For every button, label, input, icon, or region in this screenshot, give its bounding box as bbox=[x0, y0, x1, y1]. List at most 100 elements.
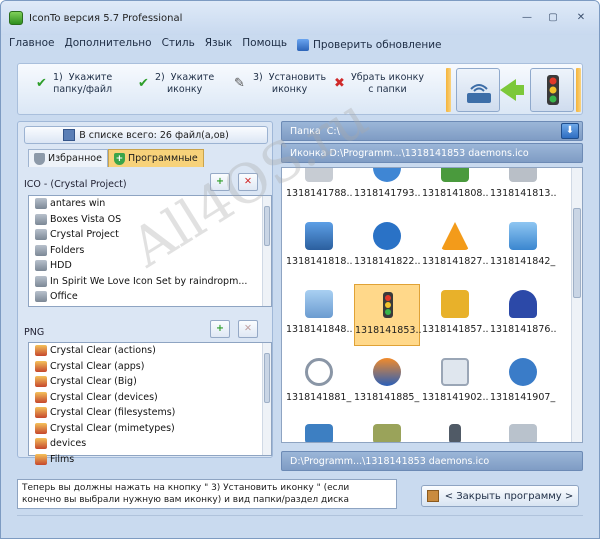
close-program-button[interactable]: < Закрыть программу > bbox=[421, 485, 579, 507]
icon-cell[interactable]: 1318141902... bbox=[422, 352, 488, 414]
web-icon bbox=[509, 358, 537, 386]
tab-programs-label: Программные bbox=[127, 153, 198, 164]
tab-programs[interactable]: + Программные bbox=[107, 149, 204, 167]
list-item[interactable]: Folders bbox=[29, 243, 271, 259]
ico-list-scrollbar[interactable] bbox=[262, 196, 271, 306]
list-item-label: antares win bbox=[50, 198, 106, 210]
list-item[interactable]: Films bbox=[29, 452, 271, 468]
png-list-scrollbar[interactable] bbox=[262, 343, 271, 455]
traffic-light-icon bbox=[374, 291, 402, 319]
shield-icon bbox=[34, 152, 45, 165]
list-item[interactable]: Crystal Clear (mimetypes) bbox=[29, 421, 271, 437]
tab-favorites[interactable]: Избранное bbox=[28, 149, 108, 167]
folder-icon bbox=[35, 198, 47, 210]
select-icon-button[interactable]: ✔ 2) Укажите иконку bbox=[138, 72, 214, 96]
menu-help[interactable]: Помощь bbox=[242, 37, 287, 53]
folder-bar: Папка C:\ ⬇ bbox=[281, 121, 583, 141]
icon-caption: 1318141907_... bbox=[490, 392, 556, 403]
file-count-label: В списке всего: 26 файл(а,ов) bbox=[79, 129, 229, 141]
menu-language[interactable]: Язык bbox=[205, 37, 233, 53]
icon-path-bar: Иконка D:\Programm...\1318141853 daemons… bbox=[281, 143, 583, 163]
icon-cell[interactable]: 1318141885_... bbox=[354, 352, 420, 414]
remove-icon-button[interactable]: ✖ Убрать иконку с папки bbox=[334, 72, 424, 96]
download-icon[interactable]: ⬇ bbox=[561, 123, 579, 139]
icon-cell[interactable]: 1318141876... bbox=[490, 284, 556, 346]
icon-cell[interactable]: 1318141808... bbox=[422, 168, 488, 210]
list-item[interactable]: devices bbox=[29, 436, 271, 452]
remove-png-collection-button[interactable]: ✕ bbox=[238, 320, 258, 338]
icon-caption: 1318141853... bbox=[355, 325, 421, 336]
bottom-path-bar: D:\Programm...\1318141853 daemons.ico bbox=[281, 451, 583, 471]
minimize-button[interactable]: — bbox=[515, 9, 539, 27]
icon-cell[interactable] bbox=[354, 420, 420, 442]
list-item-label: Crystal Clear (mimetypes) bbox=[50, 422, 175, 434]
list-item[interactable]: Crystal Clear (actions) bbox=[29, 343, 271, 359]
list-item[interactable]: Boxes Vista OS bbox=[29, 212, 271, 228]
add-ico-collection-button[interactable]: + bbox=[210, 173, 230, 191]
scroll-thumb[interactable] bbox=[264, 206, 270, 246]
list-item[interactable]: HDD bbox=[29, 258, 271, 274]
menu-style[interactable]: Стиль bbox=[162, 37, 195, 53]
chip-icon bbox=[373, 424, 401, 442]
icon-cell[interactable]: 1318141881_... bbox=[286, 352, 352, 414]
scroll-thumb[interactable] bbox=[264, 353, 270, 403]
icon-caption: 1318141813... bbox=[490, 188, 556, 199]
icon-caption: 1318141885_... bbox=[354, 392, 420, 403]
icon-cell[interactable]: 1318141818... bbox=[286, 216, 352, 278]
icon-cell[interactable]: 1318141813... bbox=[490, 168, 556, 210]
select-icon-label: 2) Укажите иконку bbox=[155, 72, 215, 95]
shield-icon: + bbox=[113, 152, 125, 165]
device-icon bbox=[305, 168, 333, 182]
list-item-label: Crystal Project bbox=[50, 229, 119, 241]
menu-bar: Главное Дополнительно Стиль Язык Помощь … bbox=[9, 37, 442, 53]
maximize-button[interactable]: ▢ bbox=[541, 9, 565, 27]
install-icon-button[interactable]: ✎ 3) Установить иконку bbox=[234, 72, 326, 96]
list-item[interactable]: Office bbox=[29, 289, 271, 305]
remove-icon: ✖ bbox=[334, 76, 345, 91]
icon-cell[interactable]: 1318141857... bbox=[422, 284, 488, 346]
list-item[interactable]: Crystal Clear (devices) bbox=[29, 390, 271, 406]
icon-cell-selected[interactable]: 1318141853... bbox=[354, 284, 421, 346]
icon-caption: 1318141848... bbox=[286, 324, 352, 335]
icon-cell[interactable]: 1318141848... bbox=[286, 284, 352, 346]
list-item[interactable]: Crystal Clear (Big) bbox=[29, 374, 271, 390]
icon-cell[interactable]: 1318141842_... bbox=[490, 216, 556, 278]
image-icon bbox=[305, 424, 333, 442]
add-png-collection-button[interactable]: + bbox=[210, 320, 230, 338]
icon-cell[interactable]: 1318141788... bbox=[286, 168, 352, 210]
select-folder-button[interactable]: ✔ 1) Укажите папку/файл bbox=[36, 72, 112, 96]
list-item[interactable]: antares win bbox=[29, 196, 271, 212]
memory-icon bbox=[441, 168, 469, 182]
menu-check-update-label: Проверить обновление bbox=[313, 39, 442, 51]
list-item[interactable]: Crystal Project bbox=[29, 227, 271, 243]
list-item[interactable]: In Spirit We Love Icon Set by raindropm.… bbox=[29, 274, 271, 290]
icon-cell[interactable] bbox=[490, 420, 556, 442]
icon-cell[interactable]: 1318141793... bbox=[354, 168, 420, 210]
close-window-button[interactable]: ✕ bbox=[567, 9, 595, 27]
list-item-label: Boxes Vista OS bbox=[50, 213, 122, 225]
icon-cell[interactable] bbox=[286, 420, 352, 442]
png-section-title: PNG bbox=[24, 326, 45, 338]
close-icon: ✕ bbox=[244, 176, 252, 187]
ico-section-header: ICO - (Crystal Project) bbox=[24, 174, 268, 194]
list-item[interactable]: Crystal Clear (apps) bbox=[29, 359, 271, 375]
icon-cell[interactable]: 1318141907_... bbox=[490, 352, 556, 414]
menu-check-update[interactable]: Проверить обновление bbox=[297, 37, 442, 53]
icon-cell[interactable] bbox=[422, 420, 488, 442]
menu-main[interactable]: Главное bbox=[9, 37, 55, 53]
icon-caption: 1318141876... bbox=[490, 324, 556, 335]
close-icon: ✕ bbox=[244, 323, 252, 334]
icon-cell[interactable]: 1318141827... bbox=[422, 216, 488, 278]
list-item-label: Films bbox=[50, 453, 75, 465]
plus-icon: + bbox=[216, 323, 224, 334]
png-list[interactable]: Crystal Clear (actions) Crystal Clear (a… bbox=[28, 342, 272, 465]
bin-icon bbox=[509, 222, 537, 250]
list-item[interactable]: Crystal Clear (filesystems) bbox=[29, 405, 271, 421]
scroll-thumb[interactable] bbox=[573, 208, 581, 298]
icon-cell[interactable]: 1318141822... bbox=[354, 216, 420, 278]
icon-grid-scrollbar[interactable] bbox=[571, 168, 582, 442]
icon-caption: 1318141827... bbox=[422, 256, 488, 267]
ico-list[interactable]: antares win Boxes Vista OS Crystal Proje… bbox=[28, 195, 272, 307]
menu-advanced[interactable]: Дополнительно bbox=[65, 37, 152, 53]
remove-ico-collection-button[interactable]: ✕ bbox=[238, 173, 258, 191]
